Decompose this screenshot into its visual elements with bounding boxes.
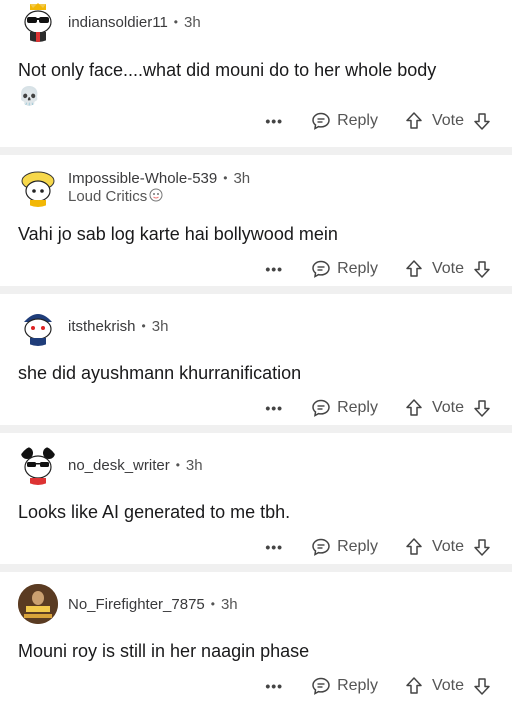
comment-body: Looks like AI generated to me tbh. <box>18 499 498 525</box>
snoo-sunglasses-crown-icon[interactable] <box>18 2 58 42</box>
timestamp: 3h <box>151 317 169 335</box>
meta-separator: • <box>141 319 146 333</box>
arrow-down-icon[interactable] <box>472 111 492 131</box>
arrow-up-icon[interactable] <box>404 259 424 279</box>
comment-text: Not only face....what did mouni do to he… <box>18 60 437 80</box>
skull-emoji: 💀 <box>18 86 41 106</box>
comment: Impossible-Whole-539 • 3h Loud Critics V… <box>0 147 512 286</box>
reply-label: Reply <box>337 677 378 694</box>
user-flair: Loud Critics <box>68 188 250 205</box>
username[interactable]: itsthekrish <box>68 318 136 335</box>
comment-actions: ••• Reply Vote <box>265 398 492 418</box>
comment-header: itsthekrish • 3h <box>18 306 168 346</box>
comment: no_desk_writer • 3h Looks like AI genera… <box>0 425 512 564</box>
arrow-up-icon[interactable] <box>404 676 424 696</box>
arrow-up-icon[interactable] <box>404 111 424 131</box>
more-options-button[interactable]: ••• <box>265 113 283 129</box>
comment: itsthekrish • 3h she did ayushmann khurr… <box>0 286 512 425</box>
comment-text: Vahi jo sab log karte hai bollywood mein <box>18 224 338 244</box>
arrow-up-icon[interactable] <box>404 398 424 418</box>
comment-header: no_desk_writer • 3h <box>18 445 203 485</box>
reply-label: Reply <box>337 538 378 555</box>
comment-bubble-icon <box>312 538 330 556</box>
reply-button[interactable]: Reply <box>311 398 378 418</box>
meta-separator: • <box>223 171 228 185</box>
arrow-down-icon[interactable] <box>472 259 492 279</box>
comment-bubble-icon <box>312 112 330 130</box>
vote-label: Vote <box>431 677 464 694</box>
vote-control: Vote <box>404 537 492 557</box>
flair-face-icon <box>149 188 163 205</box>
vote-label: Vote <box>431 538 464 555</box>
snoo-blue-cap-icon[interactable] <box>18 306 58 346</box>
vote-control: Vote <box>404 398 492 418</box>
comment-header: No_Firefighter_7875 • 3h <box>18 584 238 624</box>
comment-actions: ••• Reply Vote <box>265 537 492 557</box>
comment: No_Firefighter_7875 • 3h Mouni roy is st… <box>0 564 512 703</box>
comment-bubble-icon <box>312 677 330 695</box>
comment-text: Looks like AI generated to me tbh. <box>18 502 291 522</box>
comment-text: Mouni roy is still in her naagin phase <box>18 641 310 661</box>
vote-label: Vote <box>431 399 464 416</box>
comment: indiansoldier11 • 3h Not only face....wh… <box>0 0 512 147</box>
more-options-button[interactable]: ••• <box>265 539 283 555</box>
reply-button[interactable]: Reply <box>311 259 378 279</box>
comment-body: she did ayushmann khurranification <box>18 360 498 386</box>
meta-separator: • <box>210 597 215 611</box>
reply-button[interactable]: Reply <box>311 111 378 131</box>
snoo-mouse-ears-icon[interactable] <box>18 445 58 485</box>
comment-header: indiansoldier11 • 3h <box>18 2 201 42</box>
reply-label: Reply <box>337 112 378 129</box>
arrow-down-icon[interactable] <box>472 398 492 418</box>
vote-label: Vote <box>431 112 464 129</box>
arrow-down-icon[interactable] <box>472 537 492 557</box>
meta-separator: • <box>175 458 180 472</box>
vote-control: Vote <box>404 111 492 131</box>
reply-button[interactable]: Reply <box>311 676 378 696</box>
comment-body: Not only face....what did mouni do to he… <box>18 57 498 109</box>
comment-bubble-icon <box>312 399 330 417</box>
reply-label: Reply <box>337 260 378 277</box>
comment-feed: indiansoldier11 • 3h Not only face....wh… <box>0 0 512 703</box>
vote-label: Vote <box>431 260 464 277</box>
comment-bubble-icon <box>312 260 330 278</box>
reply-label: Reply <box>337 399 378 416</box>
comment-actions: ••• Reply Vote <box>265 259 492 279</box>
username[interactable]: Impossible-Whole-539 <box>68 170 217 187</box>
username[interactable]: no_desk_writer <box>68 457 170 474</box>
snoo-yellow-hat-icon[interactable] <box>18 167 58 207</box>
comment-body: Mouni roy is still in her naagin phase <box>18 638 498 664</box>
meta-separator: • <box>173 15 178 29</box>
reply-button[interactable]: Reply <box>311 537 378 557</box>
comment-header: Impossible-Whole-539 • 3h Loud Critics <box>18 167 250 207</box>
more-options-button[interactable]: ••• <box>265 400 283 416</box>
username[interactable]: indiansoldier11 <box>68 14 168 31</box>
comment-actions: ••• Reply Vote <box>265 676 492 696</box>
timestamp: 3h <box>233 169 251 187</box>
vote-control: Vote <box>404 259 492 279</box>
arrow-down-icon[interactable] <box>472 676 492 696</box>
vote-control: Vote <box>404 676 492 696</box>
comment-body: Vahi jo sab log karte hai bollywood mein <box>18 221 498 247</box>
comment-actions: ••• Reply Vote <box>265 111 492 131</box>
username[interactable]: No_Firefighter_7875 <box>68 596 205 613</box>
timestamp: 3h <box>185 456 203 474</box>
timestamp: 3h <box>220 595 238 613</box>
more-options-button[interactable]: ••• <box>265 261 283 277</box>
timestamp: 3h <box>184 13 201 31</box>
flair-label: Loud Critics <box>68 187 148 205</box>
comment-text: she did ayushmann khurranification <box>18 363 302 383</box>
movie-poster-avatar-icon[interactable] <box>18 584 58 624</box>
arrow-up-icon[interactable] <box>404 537 424 557</box>
more-options-button[interactable]: ••• <box>265 678 283 694</box>
